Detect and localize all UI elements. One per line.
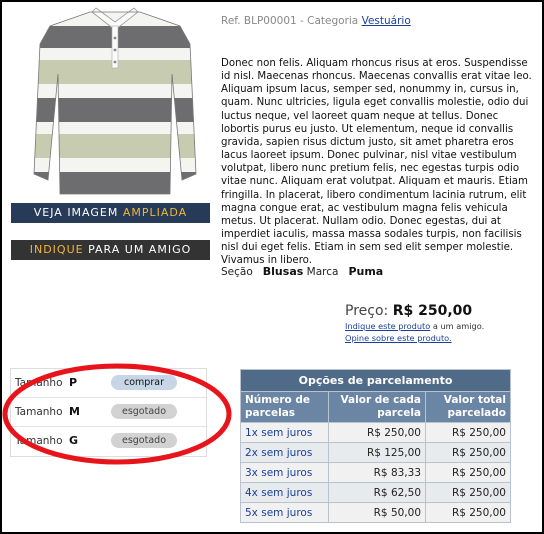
table-row: 5x sem juros R$ 50,00 R$ 250,00 [240,502,511,523]
size-code: P [69,376,78,389]
size-row-g: Tamanho G esgotado [11,427,206,456]
brand-value: Puma [348,265,384,278]
brand-label: Marca [306,266,339,278]
price-value: R$ 250,00 [392,303,473,319]
size-label: Tamanho [15,406,63,418]
size-code: G [69,434,79,447]
buy-button[interactable]: comprar [111,375,177,390]
installment-total: R$ 250,00 [425,462,511,483]
product-image[interactable] [30,4,200,200]
reference-text: Ref. BLP00001 - Categoria [221,15,359,27]
installment-each: R$ 83,33 [328,462,426,483]
installment-each: R$ 62,50 [328,482,426,503]
recommend-to-friend-button[interactable]: INDIQUE PARA UM AMIGO [11,240,210,260]
table-row: 4x sem juros R$ 62,50 R$ 250,00 [240,482,511,503]
price: Preço: R$ 250,00 [345,303,472,319]
installment-each: R$ 50,00 [328,502,426,523]
installment-terms-link[interactable]: sem juros [261,447,312,459]
product-meta: Seção Blusas Marca Puma [221,265,383,278]
installment-count: 5x [245,506,258,519]
installment-total: R$ 250,00 [425,502,511,523]
installment-terms-link[interactable]: sem juros [261,507,312,519]
installments-table: Opções de parcelamento Número de parcela… [240,369,511,523]
opine-line: Opine sobre este produto. [345,333,452,343]
installment-count: 1x [245,426,258,439]
share-suffix: a um amigo. [432,321,485,331]
section-value: Blusas [262,265,304,278]
col-header-installments: Número de parcelas [240,391,329,423]
section-label: Seção [221,266,253,278]
installment-count: 2x [245,446,258,459]
installment-terms-link[interactable]: sem juros [261,427,312,439]
review-product-link[interactable]: Opine sobre este produto. [345,333,452,343]
installment-count: 3x [245,466,258,479]
size-code: M [69,405,80,418]
price-label: Preço: [345,303,389,319]
size-selector: Tamanho P comprar Tamanho M esgotado Tam… [10,368,207,457]
table-row: 2x sem juros R$ 125,00 R$ 250,00 [240,442,511,463]
view-enlarged-label-b: AMPLIADA [122,206,188,219]
view-enlarged-image-button[interactable]: VEJA IMAGEM AMPLIADA [11,203,210,223]
installment-terms-link[interactable]: sem juros [261,487,312,499]
product-reference: Ref. BLP00001 - Categoria Vestuário [221,15,411,27]
table-row: 3x sem juros R$ 83,33 R$ 250,00 [240,462,511,483]
installment-count: 4x [245,486,258,499]
recommend-label-a: INDIQUE [29,243,84,256]
sold-out-badge: esgotado [111,433,177,448]
installments-title: Opções de parcelamento [240,369,511,392]
share-line: Indique este produto a um amigo. [345,321,484,331]
col-header-total: Valor total parcelado [425,391,511,423]
category-link[interactable]: Vestuário [362,15,411,27]
installment-terms-link[interactable]: sem juros [261,467,312,479]
size-row-m: Tamanho M esgotado [11,398,206,427]
rugby-shirt-image [33,7,197,195]
size-row-p: Tamanho P comprar [11,369,206,398]
installment-each: R$ 125,00 [328,442,426,463]
installment-total: R$ 250,00 [425,482,511,503]
size-label: Tamanho [15,435,63,447]
installment-total: R$ 250,00 [425,442,511,463]
product-description: Donec non felis. Aliquam rhoncus risus a… [221,58,532,267]
size-label: Tamanho [15,377,63,389]
table-row: 1x sem juros R$ 250,00 R$ 250,00 [240,422,511,443]
col-header-each: Valor de cada parcela [328,391,426,423]
installment-total: R$ 250,00 [425,422,511,443]
installment-each: R$ 250,00 [328,422,426,443]
recommend-label-b: PARA UM AMIGO [88,243,192,256]
view-enlarged-label-a: VEJA IMAGEM [33,206,119,219]
sold-out-badge: esgotado [111,404,177,419]
share-product-link[interactable]: Indique este produto [345,321,430,331]
